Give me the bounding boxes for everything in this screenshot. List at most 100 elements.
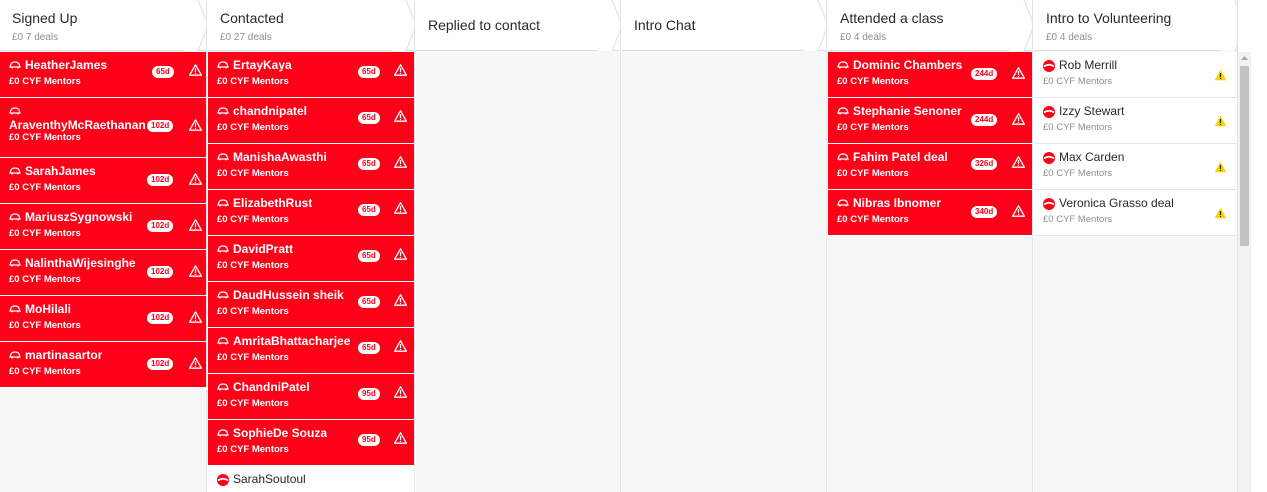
- pipeline-board: Signed Up £0 7 deals HeatherJames £0 CYF…: [0, 0, 1238, 492]
- deal-title: chandnipatel: [233, 104, 308, 118]
- deal-title: Rob Merrill: [1059, 58, 1118, 72]
- person-avatar-icon: [1043, 60, 1055, 72]
- car-icon: [217, 245, 229, 253]
- age-badge: 244d: [971, 68, 998, 80]
- deal-title: NalinthaWijesinghe: [25, 256, 136, 270]
- deal-card[interactable]: Dominic Chambers £0 CYF Mentors 244d: [828, 52, 1032, 98]
- age-badge: 65d: [358, 158, 380, 170]
- deal-card[interactable]: Max Carden £0 CYF Mentors: [1034, 144, 1237, 190]
- deal-meta: £0 CYF Mentors: [837, 168, 909, 179]
- deal-card[interactable]: SarahSoutoul: [208, 466, 414, 492]
- warning-icon: [189, 357, 202, 369]
- deal-title: ElizabethRust: [233, 196, 313, 210]
- warning-icon: [1012, 113, 1025, 125]
- age-badge: 102d: [147, 220, 174, 232]
- stage-title: Attended a class: [840, 10, 944, 26]
- stage-header[interactable]: Intro Chat: [622, 0, 826, 51]
- deal-card[interactable]: Veronica Grasso deal £0 CYF Mentors: [1034, 190, 1237, 236]
- vertical-scrollbar[interactable]: [1238, 52, 1251, 492]
- deal-card[interactable]: DavidPratt £0 CYF Mentors 65d: [208, 236, 414, 282]
- warning-icon: [394, 64, 407, 76]
- warning-icon: [1214, 161, 1227, 173]
- deal-meta: £0 CYF Mentors: [217, 260, 289, 271]
- car-icon: [217, 429, 229, 437]
- deal-title: ErtayKaya: [233, 58, 292, 72]
- deal-card[interactable]: ErtayKaya £0 CYF Mentors 65d: [208, 52, 414, 98]
- deal-card[interactable]: ElizabethRust £0 CYF Mentors 65d: [208, 190, 414, 236]
- deal-meta: £0 CYF Mentors: [217, 214, 289, 225]
- deal-card[interactable]: Fahim Patel deal £0 CYF Mentors 326d: [828, 144, 1032, 190]
- car-icon: [217, 199, 229, 207]
- deal-title: Veronica Grasso deal: [1059, 196, 1174, 210]
- deal-title: AmritaBhattacharjee: [233, 334, 351, 348]
- deal-card[interactable]: Izzy Stewart £0 CYF Mentors: [1034, 98, 1237, 144]
- deal-card[interactable]: AraventhyMcRaethanan £0 CYF Mentors 102d: [0, 98, 206, 158]
- deal-card[interactable]: chandnipatel £0 CYF Mentors 65d: [208, 98, 414, 144]
- car-icon: [217, 291, 229, 299]
- car-icon: [217, 383, 229, 391]
- age-badge: 65d: [358, 204, 380, 216]
- deal-title: Izzy Stewart: [1059, 104, 1125, 118]
- deal-title: SophieDe Souza: [233, 426, 328, 440]
- deal-title: SarahSoutoul: [233, 472, 306, 486]
- deal-card[interactable]: AmritaBhattacharjee £0 CYF Mentors 65d: [208, 328, 414, 374]
- deal-card[interactable]: MoHilali £0 CYF Mentors 102d: [0, 296, 206, 342]
- car-icon: [9, 351, 21, 359]
- stage-chevron: [804, 0, 826, 51]
- deal-meta: £0 CYF Mentors: [217, 168, 289, 179]
- deal-meta: £0 CYF Mentors: [1043, 214, 1113, 225]
- stage-title: Replied to contact: [428, 17, 541, 33]
- deal-title: Max Carden: [1059, 150, 1125, 164]
- age-badge: 65d: [358, 112, 380, 124]
- car-icon: [837, 107, 849, 115]
- stage-header[interactable]: Signed Up £0 7 deals: [0, 0, 206, 51]
- deal-card[interactable]: martinasartor £0 CYF Mentors 102d: [0, 342, 206, 388]
- age-badge: 95d: [358, 434, 380, 446]
- deal-card[interactable]: HeatherJames £0 CYF Mentors 65d: [0, 52, 206, 98]
- deal-meta: £0 CYF Mentors: [9, 366, 81, 377]
- stage-header[interactable]: Attended a class £0 4 deals: [828, 0, 1032, 51]
- deal-meta: £0 CYF Mentors: [837, 122, 909, 133]
- deal-card[interactable]: ManishaAwasthi £0 CYF Mentors 65d: [208, 144, 414, 190]
- deal-card[interactable]: Nibras Ibnomer £0 CYF Mentors 340d: [828, 190, 1032, 236]
- stage-chevron: [392, 0, 414, 51]
- deal-card[interactable]: Stephanie Senoner £0 CYF Mentors 244d: [828, 98, 1032, 144]
- deal-meta: £0 CYF Mentors: [9, 132, 81, 143]
- deal-card[interactable]: SarahJames £0 CYF Mentors 102d: [0, 158, 206, 204]
- deal-card[interactable]: DaudHussein sheik £0 CYF Mentors 65d: [208, 282, 414, 328]
- age-badge: 340d: [971, 206, 998, 218]
- warning-icon: [1012, 67, 1025, 79]
- stage-summary: £0 4 deals: [1046, 32, 1093, 43]
- warning-icon: [394, 110, 407, 122]
- deal-title: DavidPratt: [233, 242, 294, 256]
- deal-card[interactable]: NalinthaWijesinghe £0 CYF Mentors 102d: [0, 250, 206, 296]
- scroll-up-arrow-icon[interactable]: [1240, 54, 1249, 62]
- stage-column-contacted: Contacted £0 27 deals ErtayKaya £0 CYF M…: [208, 0, 415, 492]
- deal-meta: £0 CYF Mentors: [217, 306, 289, 317]
- stage-header[interactable]: Replied to contact: [416, 0, 620, 51]
- stage-column-attended: Attended a class £0 4 deals Dominic Cham…: [828, 0, 1033, 492]
- stage-chevron: [598, 0, 620, 51]
- warning-icon: [394, 432, 407, 444]
- age-badge: 65d: [358, 250, 380, 262]
- car-icon: [217, 337, 229, 345]
- warning-icon: [189, 64, 202, 76]
- stage-column-replied: Replied to contact: [416, 0, 621, 492]
- deal-meta: £0 CYF Mentors: [9, 182, 81, 193]
- deal-title: HeatherJames: [25, 58, 108, 72]
- stage-header[interactable]: Intro to Volunteering £0 4 deals: [1034, 0, 1237, 51]
- deal-card[interactable]: MariuszSygnowski £0 CYF Mentors 102d: [0, 204, 206, 250]
- deal-card[interactable]: Rob Merrill £0 CYF Mentors: [1034, 52, 1237, 98]
- deal-meta: £0 CYF Mentors: [1043, 168, 1113, 179]
- deal-card[interactable]: ChandniPatel £0 CYF Mentors 95d: [208, 374, 414, 420]
- stage-header[interactable]: Contacted £0 27 deals: [208, 0, 414, 51]
- scrollbar-thumb[interactable]: [1240, 66, 1249, 246]
- warning-icon: [189, 311, 202, 323]
- car-icon: [9, 107, 21, 115]
- car-icon: [9, 305, 21, 313]
- deal-meta: £0 CYF Mentors: [217, 398, 289, 409]
- deal-title: Nibras Ibnomer: [853, 196, 942, 210]
- deal-card[interactable]: SophieDe Souza £0 CYF Mentors 95d: [208, 420, 414, 466]
- person-avatar-icon: [1043, 152, 1055, 164]
- car-icon: [9, 167, 21, 175]
